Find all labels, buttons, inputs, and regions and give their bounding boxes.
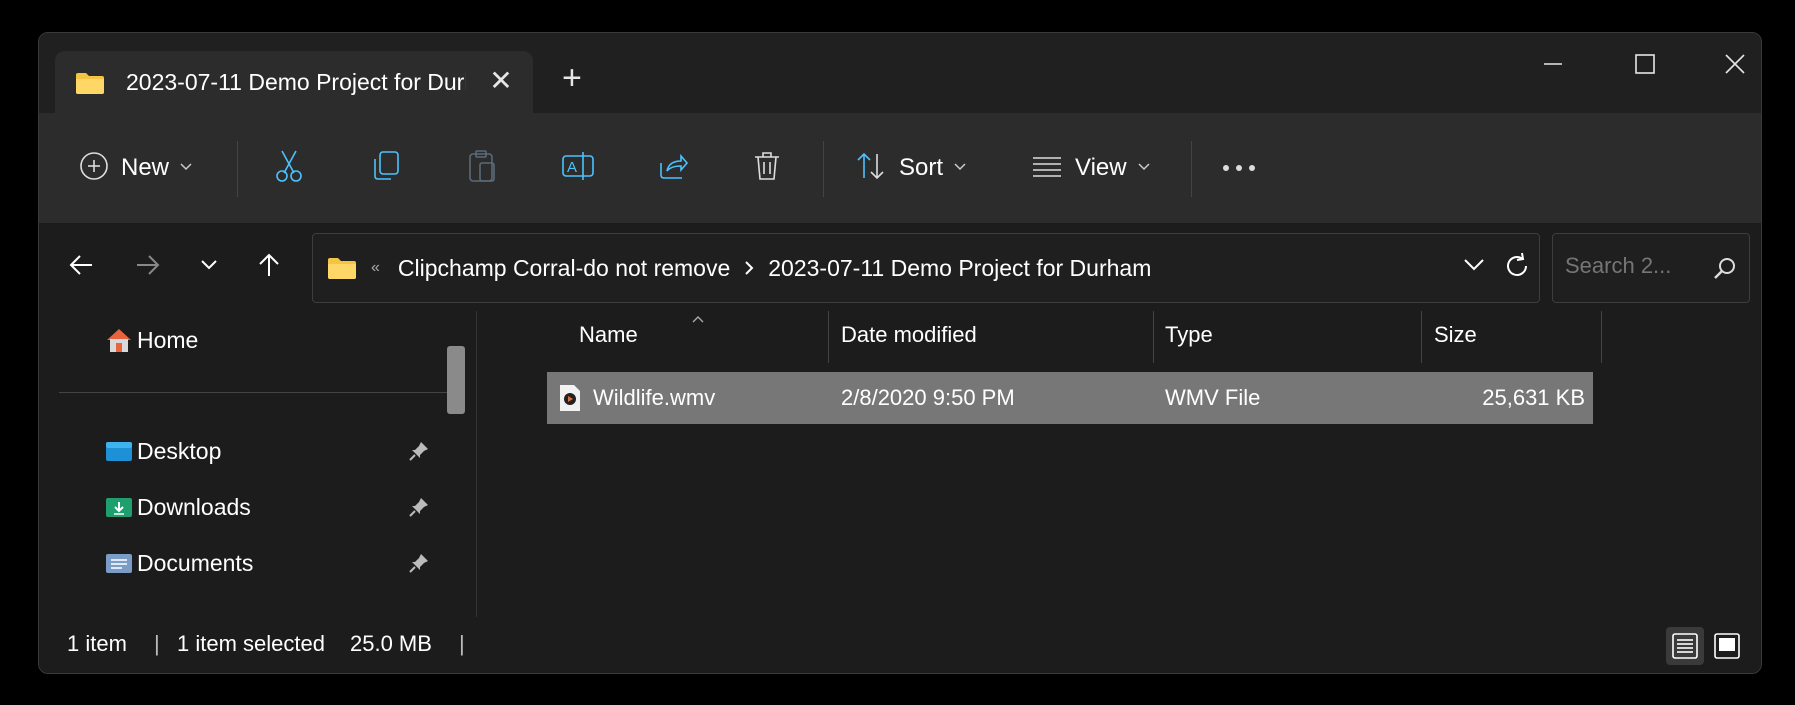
- cut-button[interactable]: [273, 113, 305, 223]
- pin-icon[interactable]: [409, 553, 429, 578]
- file-size: 25,631 KB: [1482, 385, 1585, 410]
- sort-label: Sort: [899, 154, 944, 181]
- refresh-icon[interactable]: [1503, 252, 1531, 285]
- address-bar[interactable]: « Clipchamp Corral-do not remove 2023-07…: [312, 233, 1540, 303]
- search-icon[interactable]: [1713, 256, 1737, 285]
- close-icon[interactable]: [1705, 47, 1761, 81]
- status-bar: 1 item | 1 item selected 25.0 MB |: [39, 617, 1761, 673]
- large-icons-view-icon[interactable]: [1708, 627, 1746, 665]
- paste-icon: [467, 149, 497, 188]
- command-bar: New A Sort View: [39, 113, 1761, 224]
- address-history-chevron-icon[interactable]: [1463, 258, 1485, 277]
- downloads-folder-icon: [105, 493, 133, 521]
- view-label: View: [1075, 154, 1127, 181]
- more-options-button[interactable]: [1221, 113, 1257, 223]
- maximize-icon[interactable]: [1615, 47, 1675, 81]
- home-icon: [105, 326, 133, 354]
- view-icon: [1031, 154, 1063, 183]
- rename-icon: A: [561, 150, 595, 187]
- navigation-pane: Home Desktop Downloads Documents: [39, 311, 465, 617]
- sidebar-item-label: Downloads: [137, 493, 251, 520]
- title-bar: 2023-07-11 Demo Project for Durham ✕ +: [39, 33, 1761, 113]
- column-header-date-modified[interactable]: Date modified: [841, 311, 977, 359]
- forward-arrow-icon[interactable]: [128, 245, 168, 285]
- sort-icon: [855, 151, 887, 186]
- file-name: Wildlife.wmv: [593, 385, 716, 410]
- folder-tab[interactable]: 2023-07-11 Demo Project for Durham ✕: [55, 51, 533, 113]
- file-list: Name Date modified Type Size Wildlife.wm…: [477, 311, 1761, 617]
- sidebar-item-downloads[interactable]: Downloads: [105, 485, 251, 529]
- more-icon: [1221, 159, 1257, 177]
- sidebar-divider: [59, 392, 463, 393]
- recent-locations-chevron-icon[interactable]: [189, 245, 229, 285]
- desktop-folder-icon: [105, 437, 133, 465]
- sidebar-item-home[interactable]: Home: [105, 318, 198, 362]
- breadcrumb-item[interactable]: 2023-07-11 Demo Project for Durham: [768, 255, 1151, 282]
- explorer-window: 2023-07-11 Demo Project for Durham ✕ + N…: [38, 32, 1762, 674]
- delete-icon: [753, 150, 781, 187]
- share-icon: [657, 151, 689, 186]
- chevron-down-icon: [953, 159, 967, 177]
- sidebar-scrollbar[interactable]: [447, 346, 465, 414]
- pin-icon[interactable]: [409, 441, 429, 466]
- new-label: New: [121, 154, 170, 181]
- share-button[interactable]: [657, 113, 689, 223]
- column-header-size[interactable]: Size: [1434, 311, 1477, 359]
- breadcrumb-overflow[interactable]: «: [371, 259, 380, 277]
- breadcrumb-item[interactable]: Clipchamp Corral-do not remove: [398, 255, 730, 282]
- sidebar-item-desktop[interactable]: Desktop: [105, 429, 221, 473]
- breadcrumb-separator-icon: [744, 260, 754, 276]
- chevron-down-icon: [179, 159, 193, 177]
- minimize-icon[interactable]: [1523, 47, 1583, 81]
- status-size: 25.0 MB: [350, 631, 432, 656]
- sidebar-item-documents[interactable]: Documents: [105, 541, 253, 585]
- rename-button[interactable]: A: [561, 113, 595, 223]
- folder-icon: [75, 71, 105, 100]
- search-input[interactable]: [1563, 252, 1697, 280]
- back-arrow-icon[interactable]: [61, 245, 101, 285]
- pin-icon[interactable]: [409, 497, 429, 522]
- tab-title: 2023-07-11 Demo Project for Durham: [126, 69, 466, 95]
- sort-ascending-icon: [691, 311, 705, 329]
- sidebar-item-label: Documents: [137, 549, 254, 576]
- column-header-name[interactable]: Name: [579, 311, 638, 359]
- file-type: WMV File: [1165, 385, 1261, 410]
- folder-icon: [327, 256, 357, 280]
- video-file-icon: [559, 384, 581, 412]
- tab-close-icon[interactable]: ✕: [483, 63, 519, 99]
- delete-button[interactable]: [753, 113, 781, 223]
- cut-icon: [273, 149, 305, 188]
- paste-button[interactable]: [467, 113, 497, 223]
- table-row[interactable]: Wildlife.wmv 2/8/2020 9:50 PM WMV File 2…: [547, 372, 1593, 424]
- status-selected: 1 item selected: [177, 631, 325, 656]
- new-icon: [79, 151, 109, 186]
- svg-text:A: A: [567, 159, 577, 176]
- column-header-type[interactable]: Type: [1165, 311, 1213, 359]
- view-button[interactable]: View: [1031, 113, 1151, 223]
- up-arrow-icon[interactable]: [249, 245, 289, 285]
- copy-icon: [371, 150, 401, 187]
- details-view-icon[interactable]: [1666, 627, 1704, 665]
- new-tab-icon[interactable]: +: [562, 61, 582, 95]
- status-separator: |: [154, 631, 160, 656]
- sidebar-item-label: Home: [137, 326, 199, 353]
- file-date-modified: 2/8/2020 9:50 PM: [841, 385, 1015, 410]
- new-button[interactable]: New: [79, 113, 193, 223]
- navigation-bar: « Clipchamp Corral-do not remove 2023-07…: [39, 223, 1761, 311]
- chevron-down-icon: [1137, 159, 1151, 177]
- status-item-count: 1 item: [67, 631, 127, 656]
- copy-button[interactable]: [371, 113, 401, 223]
- sort-button[interactable]: Sort: [855, 113, 967, 223]
- status-separator: |: [459, 631, 465, 656]
- documents-folder-icon: [105, 549, 133, 577]
- sidebar-item-label: Desktop: [137, 437, 222, 464]
- search-box[interactable]: [1552, 233, 1750, 303]
